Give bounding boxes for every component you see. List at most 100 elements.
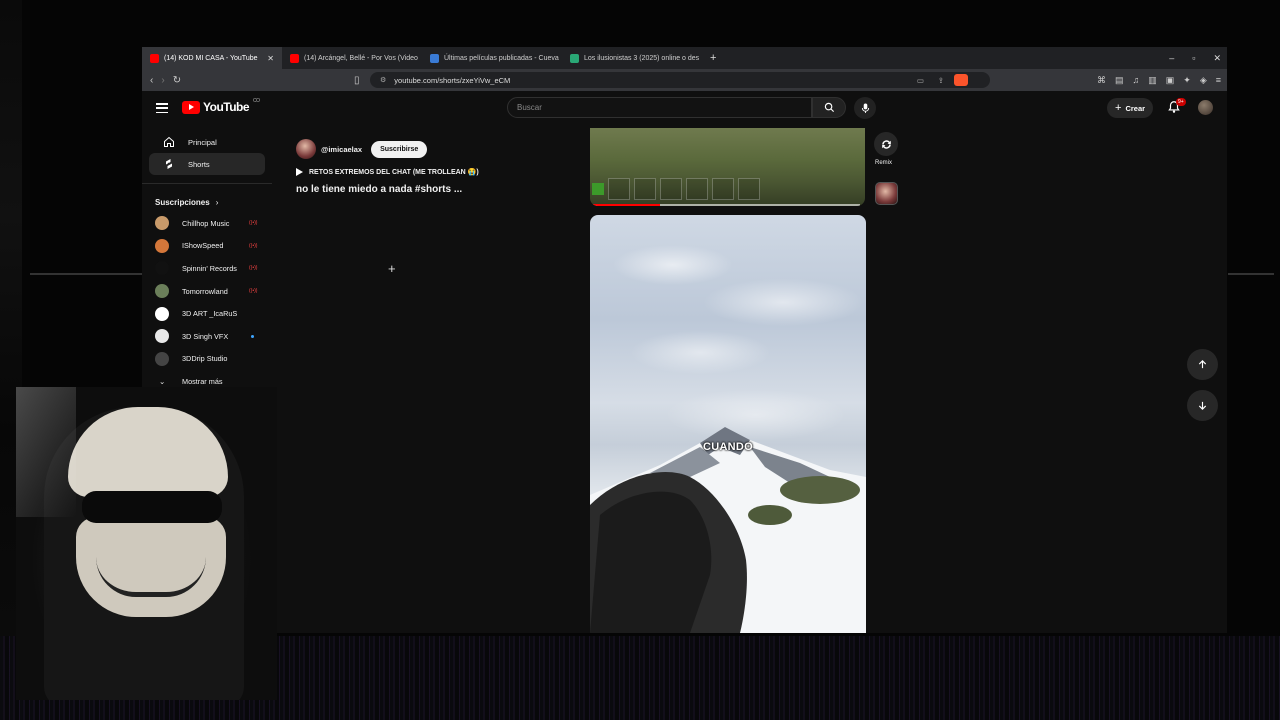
remix-button[interactable] — [874, 132, 898, 156]
new-content-dot — [251, 334, 254, 338]
sidebar-item-label: Principal — [188, 137, 217, 147]
glitch-line — [30, 273, 142, 275]
shorts-icon — [166, 159, 172, 169]
close-window-icon[interactable]: ✕ — [1213, 53, 1221, 64]
media-icon[interactable]: ♫ — [1132, 75, 1139, 85]
subscriptions-list: Chillhop Music ((•)) IShowSpeed ((•)) Spinni… — [142, 212, 272, 370]
forward-icon[interactable]: › — [161, 75, 164, 86]
playlist-title: RETOS EXTREMOS DEL CHAT (ME TROLLEAN 😭) — [309, 169, 479, 176]
hamburger-menu-icon[interactable] — [156, 103, 168, 113]
extensions-icon[interactable]: ⌘ — [1097, 75, 1106, 86]
sidebar-item-principal[interactable]: Principal — [149, 131, 265, 153]
subscription-label: IShowSpeed — [182, 241, 224, 251]
sidebar-toggle-icon[interactable]: ▥ — [1148, 75, 1157, 86]
channel-avatar — [155, 238, 169, 253]
tab-favicon-icon — [150, 53, 159, 63]
sidebar-divider — [142, 183, 272, 184]
channel-name[interactable]: @imicaelax — [321, 145, 362, 154]
back-icon[interactable]: ‹ — [150, 75, 153, 86]
subscriptions-heading[interactable]: Suscripciones › — [142, 192, 272, 212]
browser-tab[interactable]: Los ilusionistas 3 (2025) online o des — [562, 47, 702, 69]
voice-search-button[interactable] — [854, 97, 876, 119]
site-info-icon[interactable]: ⚙ — [380, 76, 386, 84]
channel-avatar — [155, 351, 169, 366]
subscription-label: Chillhop Music — [182, 218, 230, 228]
sound-thumbnail[interactable] — [875, 182, 898, 205]
youtube-play-icon — [182, 100, 200, 114]
vpn-icon[interactable]: ◈ — [1200, 75, 1207, 86]
url-text: youtube.com/shorts/zxeYiVw_eCM — [394, 75, 511, 85]
address-bar[interactable]: ⚙ youtube.com/shorts/zxeYiVw_eCM ▭ ⇪ — [370, 72, 990, 88]
progress-bar[interactable] — [590, 204, 860, 206]
search-button[interactable] — [812, 97, 846, 118]
subscription-item[interactable]: 3DDrip Studio — [142, 348, 272, 371]
previous-short-player[interactable] — [590, 128, 865, 206]
live-icon: ((•)) — [249, 265, 258, 272]
reader-icon[interactable]: ▤ — [1115, 75, 1124, 86]
short-metadata: @imicaelax Suscribirse RETOS EXTREMOS DE… — [296, 139, 479, 195]
previous-short-button[interactable] — [1187, 349, 1218, 380]
subscription-item[interactable]: Tomorrowland ((•)) — [142, 280, 272, 303]
chevron-down-icon: ⌄ — [158, 376, 166, 386]
tab-strip: (14) KOD MI CASA - YouTube ✕ (14) Arcángel… — [142, 47, 1227, 69]
channel-avatar — [155, 284, 169, 299]
mic-icon — [861, 103, 869, 113]
channel-avatar — [155, 329, 169, 344]
tab-favicon-icon — [290, 53, 299, 63]
create-label: Crear — [1125, 103, 1146, 113]
short-title[interactable]: no le tiene miedo a nada #shorts ... — [296, 184, 479, 195]
mouse-cursor-icon: + — [388, 261, 396, 276]
channel-row: @imicaelax Suscribirse — [296, 139, 479, 159]
tab-title: (14) Arcángel, Bellé - Por Vos (Video — [304, 54, 418, 62]
channel-avatar[interactable] — [296, 139, 316, 159]
arrow-up-icon — [1198, 360, 1207, 369]
plus-icon: + — [1115, 102, 1122, 114]
glitch-line — [1228, 273, 1274, 275]
create-button[interactable]: + Crear — [1107, 98, 1154, 118]
wallet-icon[interactable]: ▣ — [1166, 75, 1175, 86]
subscription-item[interactable]: 3D ART _IcaRuS — [142, 302, 272, 325]
subscription-label: 3D ART _IcaRuS — [182, 309, 238, 319]
menu-icon[interactable]: ≡ — [1216, 75, 1221, 85]
share-icon[interactable]: ⇪ — [938, 76, 944, 85]
account-avatar[interactable] — [1198, 100, 1213, 115]
short-player[interactable]: CUANDO — [590, 215, 866, 633]
minimize-icon[interactable]: – — [1169, 53, 1174, 63]
browser-tab[interactable]: (14) Arcángel, Bellé - Por Vos (Video — [282, 47, 422, 69]
reload-icon[interactable]: ↻ — [173, 75, 181, 86]
close-tab-icon[interactable]: ✕ — [267, 54, 274, 63]
browser-tab[interactable]: (14) KOD MI CASA - YouTube ✕ — [142, 47, 282, 69]
search-input[interactable]: Buscar — [507, 97, 812, 118]
bookmark-icon[interactable]: ▯ — [354, 75, 360, 86]
subscribe-button[interactable]: Suscribirse — [371, 140, 428, 158]
webcam-glare — [16, 387, 76, 517]
subscription-item[interactable]: Chillhop Music ((•)) — [142, 212, 272, 235]
video-caption: CUANDO — [702, 441, 754, 453]
channel-avatar — [155, 306, 169, 321]
tab-title: (14) KOD MI CASA - YouTube — [164, 54, 258, 62]
cast-icon[interactable]: ▭ — [917, 76, 924, 85]
search-placeholder: Buscar — [517, 103, 542, 112]
search-icon — [824, 102, 834, 113]
toolbar-extensions: ⌘ ▤ ♫ ▥ ▣ ✦ ◈ ≡ — [1097, 69, 1221, 91]
brave-shield-icon[interactable] — [954, 74, 968, 86]
live-icon: ((•)) — [249, 220, 258, 227]
tab-favicon-icon — [570, 53, 579, 63]
browser-tab[interactable]: Últimas películas publicadas - Cueva — [422, 47, 562, 69]
subscription-item[interactable]: 3D Singh VFX — [142, 325, 272, 348]
youtube-logo[interactable]: YouTube CO — [182, 98, 260, 114]
tab-favicon-icon — [430, 53, 439, 63]
leo-icon[interactable]: ✦ — [1183, 75, 1191, 86]
subscriptions-label: Suscripciones — [155, 197, 210, 207]
tab-title: Los ilusionistas 3 (2025) online o des — [584, 54, 700, 62]
subscription-item[interactable]: IShowSpeed ((•)) — [142, 235, 272, 258]
maximize-icon[interactable]: ▫ — [1192, 53, 1195, 63]
subscription-item[interactable]: Spinnin' Records ((•)) — [142, 257, 272, 280]
new-tab-button[interactable]: + — [702, 52, 724, 64]
stream-overlay: (14) KOD MI CASA - YouTube ✕ (14) Arcángel… — [0, 0, 1280, 720]
progress-fill — [590, 204, 661, 206]
playlist-link[interactable]: RETOS EXTREMOS DEL CHAT (ME TROLLEAN 😭) — [296, 168, 479, 176]
remix-label: Remix — [875, 160, 893, 166]
next-short-button[interactable] — [1187, 390, 1218, 421]
sidebar-item-shorts[interactable]: Shorts — [149, 153, 265, 175]
